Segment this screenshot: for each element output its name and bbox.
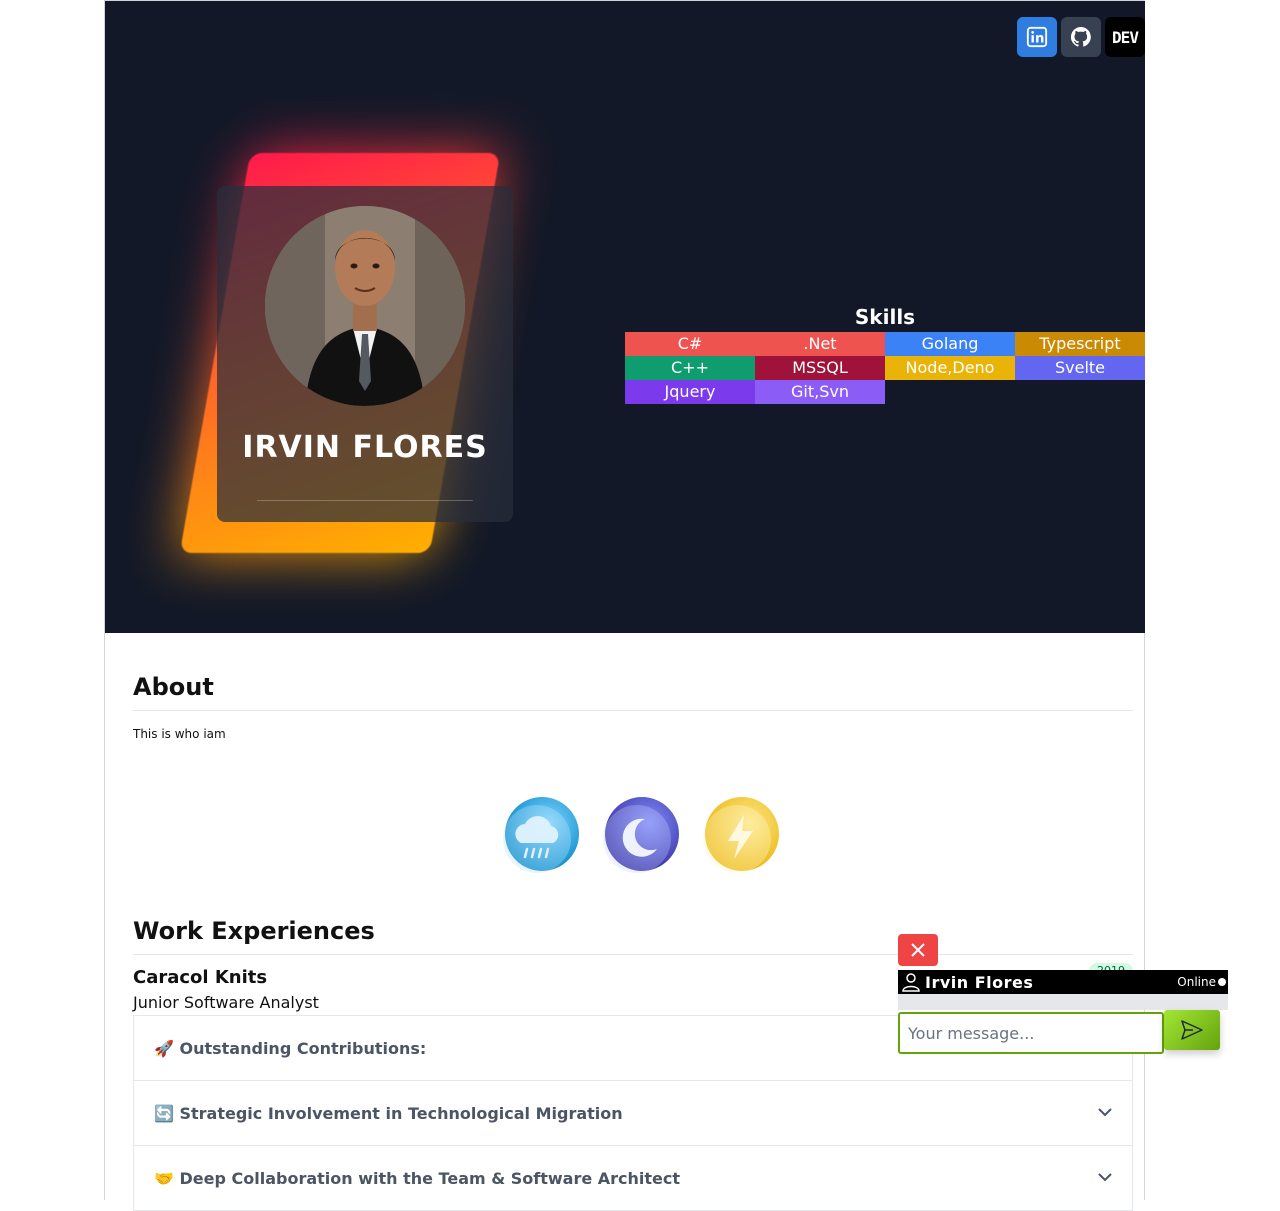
moon-icon xyxy=(603,797,679,873)
theme-icons xyxy=(501,797,779,875)
skill-badge: Typescript xyxy=(1015,332,1145,356)
rain-theme-button[interactable] xyxy=(501,797,579,875)
chevron-down-icon xyxy=(1098,1173,1112,1182)
skill-badge: MSSQL xyxy=(755,356,885,380)
skills-title: Skills xyxy=(854,305,916,329)
status-dot xyxy=(1218,978,1226,986)
energy-theme-button[interactable] xyxy=(701,797,779,875)
skill-badge: C# xyxy=(625,332,755,356)
github-icon xyxy=(1070,26,1091,47)
chat-messages-area xyxy=(898,994,1228,1010)
work-heading: Work Experiences xyxy=(133,917,375,945)
chat-status: Online xyxy=(1177,975,1216,989)
profile-name: IRVIN FLORES xyxy=(242,430,488,465)
social-links: DEV xyxy=(1017,17,1145,57)
chat-header: Irvin Flores Online xyxy=(898,970,1228,994)
rain-cloud-icon xyxy=(503,797,579,873)
chevron-down-icon xyxy=(1098,1108,1112,1117)
avatar xyxy=(265,206,465,406)
user-icon xyxy=(902,973,920,992)
skill-badge: .Net xyxy=(755,332,885,356)
send-icon xyxy=(1181,1020,1203,1040)
accordion-item[interactable]: 🤝 Deep Collaboration with the Team & Sof… xyxy=(134,1146,1132,1211)
linkedin-link[interactable] xyxy=(1017,17,1057,57)
lightning-icon xyxy=(703,797,779,873)
skill-badge: Golang xyxy=(885,332,1015,356)
skills-grid: C# .Net Golang Typescript C++ MSSQL Node,Deno S… xyxy=(625,332,1145,404)
job-role: Junior Software Analyst xyxy=(133,993,319,1012)
night-theme-button[interactable] xyxy=(601,797,679,875)
about-divider xyxy=(133,710,1133,711)
accordion-item[interactable]: 🔄 Strategic Involvement in Technological… xyxy=(134,1081,1132,1146)
skill-badge: Git,Svn xyxy=(755,380,885,404)
about-heading: About xyxy=(133,673,214,701)
github-link[interactable] xyxy=(1061,17,1101,57)
card-divider xyxy=(257,500,473,501)
profile-photo xyxy=(265,206,465,406)
company-name: Caracol Knits xyxy=(133,967,268,988)
hero-section: DEV IRVIN FLORES Skills C# .Net Golang T… xyxy=(105,1,1145,633)
about-text: This is who iam xyxy=(133,727,226,741)
chat-contact-name: Irvin Flores xyxy=(925,972,1034,992)
close-icon xyxy=(911,943,925,957)
profile-card: IRVIN FLORES xyxy=(217,186,513,522)
chat-message-input[interactable] xyxy=(898,1012,1164,1054)
skill-badge: Jquery xyxy=(625,380,755,404)
accordion-item-label: 🚀 Outstanding Contributions: xyxy=(154,1038,427,1058)
accordion-item-label: 🤝 Deep Collaboration with the Team & Sof… xyxy=(154,1168,681,1188)
accordion-item-label: 🔄 Strategic Involvement in Technological… xyxy=(154,1103,623,1123)
chat-widget: Irvin Flores Online xyxy=(898,934,1228,1058)
skill-badge: Svelte xyxy=(1015,356,1145,380)
skill-badge: C++ xyxy=(625,356,755,380)
linkedin-icon xyxy=(1026,26,1048,48)
send-button[interactable] xyxy=(1164,1010,1220,1050)
chat-close-button[interactable] xyxy=(898,934,938,966)
skill-badge: Node,Deno xyxy=(885,356,1015,380)
dev-link[interactable]: DEV xyxy=(1105,17,1145,57)
